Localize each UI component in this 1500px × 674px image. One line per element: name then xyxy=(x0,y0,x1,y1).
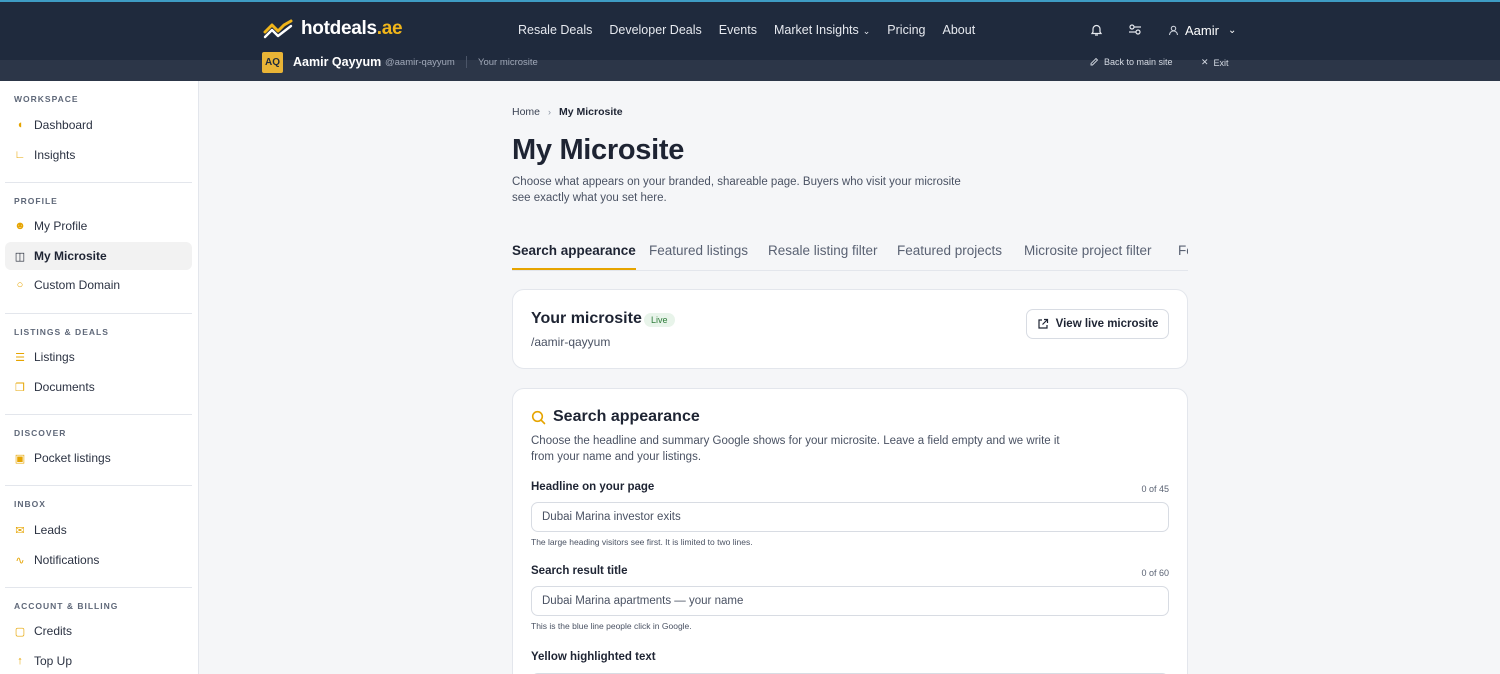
sidebar-item-dashboard[interactable]: ◖ Dashboard xyxy=(5,111,192,139)
microsite-card-title: Your microsite xyxy=(531,310,642,327)
globe-icon: ○ xyxy=(16,279,24,291)
divider xyxy=(5,313,192,314)
sidebar-item-my-profile[interactable]: ☻ My Profile xyxy=(5,212,192,240)
mail-icon: ✉ xyxy=(15,524,25,537)
section-listings-deals: LISTINGS & DEALS xyxy=(14,327,109,337)
chevron-down-icon: ⌄ xyxy=(862,26,871,36)
nav-market-insights[interactable]: Market Insights ⌄ xyxy=(774,23,870,37)
headline-label: Headline on your page xyxy=(531,481,655,493)
page-title: My Microsite xyxy=(512,134,685,166)
status-badge: Live xyxy=(644,313,675,327)
bell-icon[interactable] xyxy=(1090,23,1103,40)
breadcrumb: Home › My Microsite xyxy=(512,106,623,118)
search-result-title-help: This is the blue line people click in Go… xyxy=(531,621,692,631)
copy-icon: ❐ xyxy=(15,381,25,394)
nav-events[interactable]: Events xyxy=(719,23,757,37)
breadcrumb-home[interactable]: Home xyxy=(512,106,540,118)
avatar: AQ xyxy=(262,52,283,73)
section-account-billing: ACCOUNT & BILLING xyxy=(14,601,119,611)
sidebar-item-insights[interactable]: ∟ Insights xyxy=(5,141,192,169)
profile-subbar xyxy=(0,60,1500,81)
divider xyxy=(5,587,192,588)
headline-help: The large heading visitors see first. It… xyxy=(531,537,753,547)
sidebar-item-top-up[interactable]: ↑ Top Up xyxy=(5,647,192,674)
user-icon: ☻ xyxy=(14,220,26,232)
sidebar-item-pocket-listings[interactable]: ▣ Pocket listings xyxy=(5,444,192,472)
tab-microsite-project-filter[interactable]: Microsite project filter xyxy=(1024,243,1152,270)
top-navbar: hotdeals.ae Resale Deals Developer Deals… xyxy=(0,0,1500,60)
profile-name: Aamir Qayyum xyxy=(293,55,382,69)
headline-char-count: 0 of 45 xyxy=(1141,484,1169,494)
list-icon: ☰ xyxy=(15,351,25,364)
divider xyxy=(5,414,192,415)
nav-about[interactable]: About xyxy=(943,23,976,37)
user-icon xyxy=(1168,25,1179,36)
main-nav: Resale Deals Developer Deals Events Mark… xyxy=(518,23,975,37)
sidebar-item-notifications[interactable]: ∿ Notifications xyxy=(5,546,192,574)
nav-pricing[interactable]: Pricing xyxy=(887,23,925,37)
sidebar-item-listings[interactable]: ☰ Listings xyxy=(5,343,192,371)
sidebar-item-documents[interactable]: ❐ Documents xyxy=(5,373,192,401)
tab-overflow[interactable]: Fe xyxy=(1178,243,1188,270)
tab-featured-projects[interactable]: Featured projects xyxy=(897,243,1002,270)
search-result-title-char-count: 0 of 60 xyxy=(1141,568,1169,578)
lock-icon: ▣ xyxy=(14,452,26,465)
section-workspace: WORKSPACE xyxy=(14,94,79,104)
logo-icon xyxy=(263,19,293,39)
search-appearance-header: Search appearance xyxy=(531,408,700,426)
nav-resale-deals[interactable]: Resale Deals xyxy=(518,23,592,37)
chart-icon: ∟ xyxy=(14,149,26,161)
arrow-up-icon: ↑ xyxy=(17,655,23,667)
exit-link[interactable]: ✕ Exit xyxy=(1201,57,1229,68)
user-name: Aamir xyxy=(1185,23,1219,38)
subbar-crumb: Your microsite xyxy=(478,57,538,68)
edit-icon xyxy=(1090,57,1099,66)
columns-icon: ◫ xyxy=(14,250,26,263)
section-profile: PROFILE xyxy=(14,196,58,206)
search-appearance-card: Search appearance Choose the headline an… xyxy=(512,388,1188,674)
section-discover: DISCOVER xyxy=(14,428,67,438)
microsite-card: Your microsite Live /aamir-qayyum View l… xyxy=(512,289,1188,369)
divider xyxy=(5,485,192,486)
yellow-highlighted-text-label: Yellow highlighted text xyxy=(531,651,656,663)
chevron-down-icon: ⌄ xyxy=(1227,25,1237,36)
sliders-icon[interactable] xyxy=(1128,23,1142,39)
breadcrumb-current: My Microsite xyxy=(559,106,623,118)
profile-handle: @aamir-qayyum xyxy=(385,57,455,68)
site-logo[interactable]: hotdeals.ae xyxy=(263,18,403,40)
sidebar-item-my-microsite[interactable]: ◫ My Microsite xyxy=(5,242,192,270)
sidebar-item-credits[interactable]: ▢ Credits xyxy=(5,617,192,645)
search-result-title-input[interactable] xyxy=(531,586,1169,616)
tab-resale-listing-filter[interactable]: Resale listing filter xyxy=(768,243,878,270)
search-appearance-title: Search appearance xyxy=(553,408,700,425)
nav-developer-deals[interactable]: Developer Deals xyxy=(609,23,701,37)
search-icon xyxy=(531,410,546,424)
search-appearance-description: Choose the headline and summary Google s… xyxy=(531,435,1060,463)
logo-text: hotdeals.ae xyxy=(301,18,403,39)
view-live-microsite-button[interactable]: View live microsite xyxy=(1026,309,1169,339)
external-link-icon xyxy=(1038,318,1048,329)
headline-input[interactable] xyxy=(531,502,1169,532)
chevron-right-icon: › xyxy=(548,107,552,117)
search-result-title-label: Search result title xyxy=(531,565,628,577)
tab-search-appearance[interactable]: Search appearance xyxy=(512,243,636,270)
sidebar-item-leads[interactable]: ✉ Leads xyxy=(5,516,192,544)
section-inbox: INBOX xyxy=(14,499,46,509)
divider xyxy=(466,56,467,68)
microsite-handle: /aamir-qayyum xyxy=(531,335,611,349)
divider xyxy=(5,182,192,183)
user-menu[interactable]: Aamir ⌄ xyxy=(1168,23,1236,38)
sidebar-item-custom-domain[interactable]: ○ Custom Domain xyxy=(5,271,192,299)
activity-icon: ∿ xyxy=(15,554,25,567)
close-icon: ✕ xyxy=(1201,57,1209,67)
gauge-icon: ◖ xyxy=(16,119,24,131)
tab-bar: Search appearance Featured listings Resa… xyxy=(512,240,1188,271)
back-to-main-site-link[interactable]: Back to main site xyxy=(1089,57,1173,67)
wallet-icon: ▢ xyxy=(14,625,26,638)
page-subtitle: Choose what appears on your branded, sha… xyxy=(512,176,961,204)
tab-featured-listings[interactable]: Featured listings xyxy=(649,243,748,270)
